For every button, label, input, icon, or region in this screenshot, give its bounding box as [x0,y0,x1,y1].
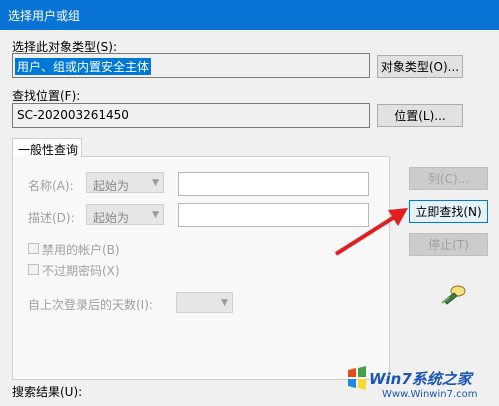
windows-logo-icon [348,366,366,390]
chevron-down-icon: ▼ [152,210,159,220]
find-now-button[interactable]: 立即查找(N) [409,200,488,223]
name-label: 名称(A): [28,179,74,193]
name-input[interactable] [178,172,369,196]
description-label: 描述(D): [28,211,75,225]
tab-label: 一般性查询 [18,143,79,157]
tab-common-queries[interactable]: 一般性查询 [12,138,82,157]
disabled-accounts-checkbox[interactable] [28,243,39,254]
description-mode-value: 起始为 [93,211,130,225]
search-flashlight-icon [441,285,466,305]
location-value: SC-202003261450 [17,108,129,122]
red-arrow-annotation [334,208,408,256]
object-type-value: 用户、组或内置安全主体 [15,58,152,75]
columns-button[interactable]: 列(C)... [409,167,488,190]
days-since-logon-select[interactable]: ▼ [176,292,233,313]
days-since-logon-label: 自上次登录后的天数(I): [28,298,153,312]
title-bar: 选择用户或组 [0,0,499,30]
disabled-accounts-label: 禁用的帐户(B) [42,243,120,257]
chevron-down-icon: ▼ [221,298,228,308]
non-expiring-password-label: 不过期密码(X) [42,264,120,278]
location-field[interactable]: SC-202003261450 [12,103,370,128]
search-results-label: 搜索结果(U): [12,385,83,399]
watermark-brand: Win7系统之家 [369,370,472,388]
object-type-field[interactable]: 用户、组或内置安全主体 [12,53,370,78]
window-title: 选择用户或组 [8,9,81,23]
locations-button[interactable]: 位置(L)... [377,104,463,127]
object-types-button[interactable]: 对象类型(O)... [377,55,463,78]
non-expiring-password-checkbox[interactable] [28,264,39,275]
name-mode-value: 起始为 [93,179,130,193]
description-mode-select[interactable]: 起始为 ▼ [86,204,164,225]
chevron-down-icon: ▼ [152,178,159,188]
watermark-url: Www.Winwin7.com [382,389,478,400]
stop-button[interactable]: 停止(T) [409,233,488,256]
location-label: 查找位置(F): [12,89,81,103]
name-mode-select[interactable]: 起始为 ▼ [86,172,164,193]
